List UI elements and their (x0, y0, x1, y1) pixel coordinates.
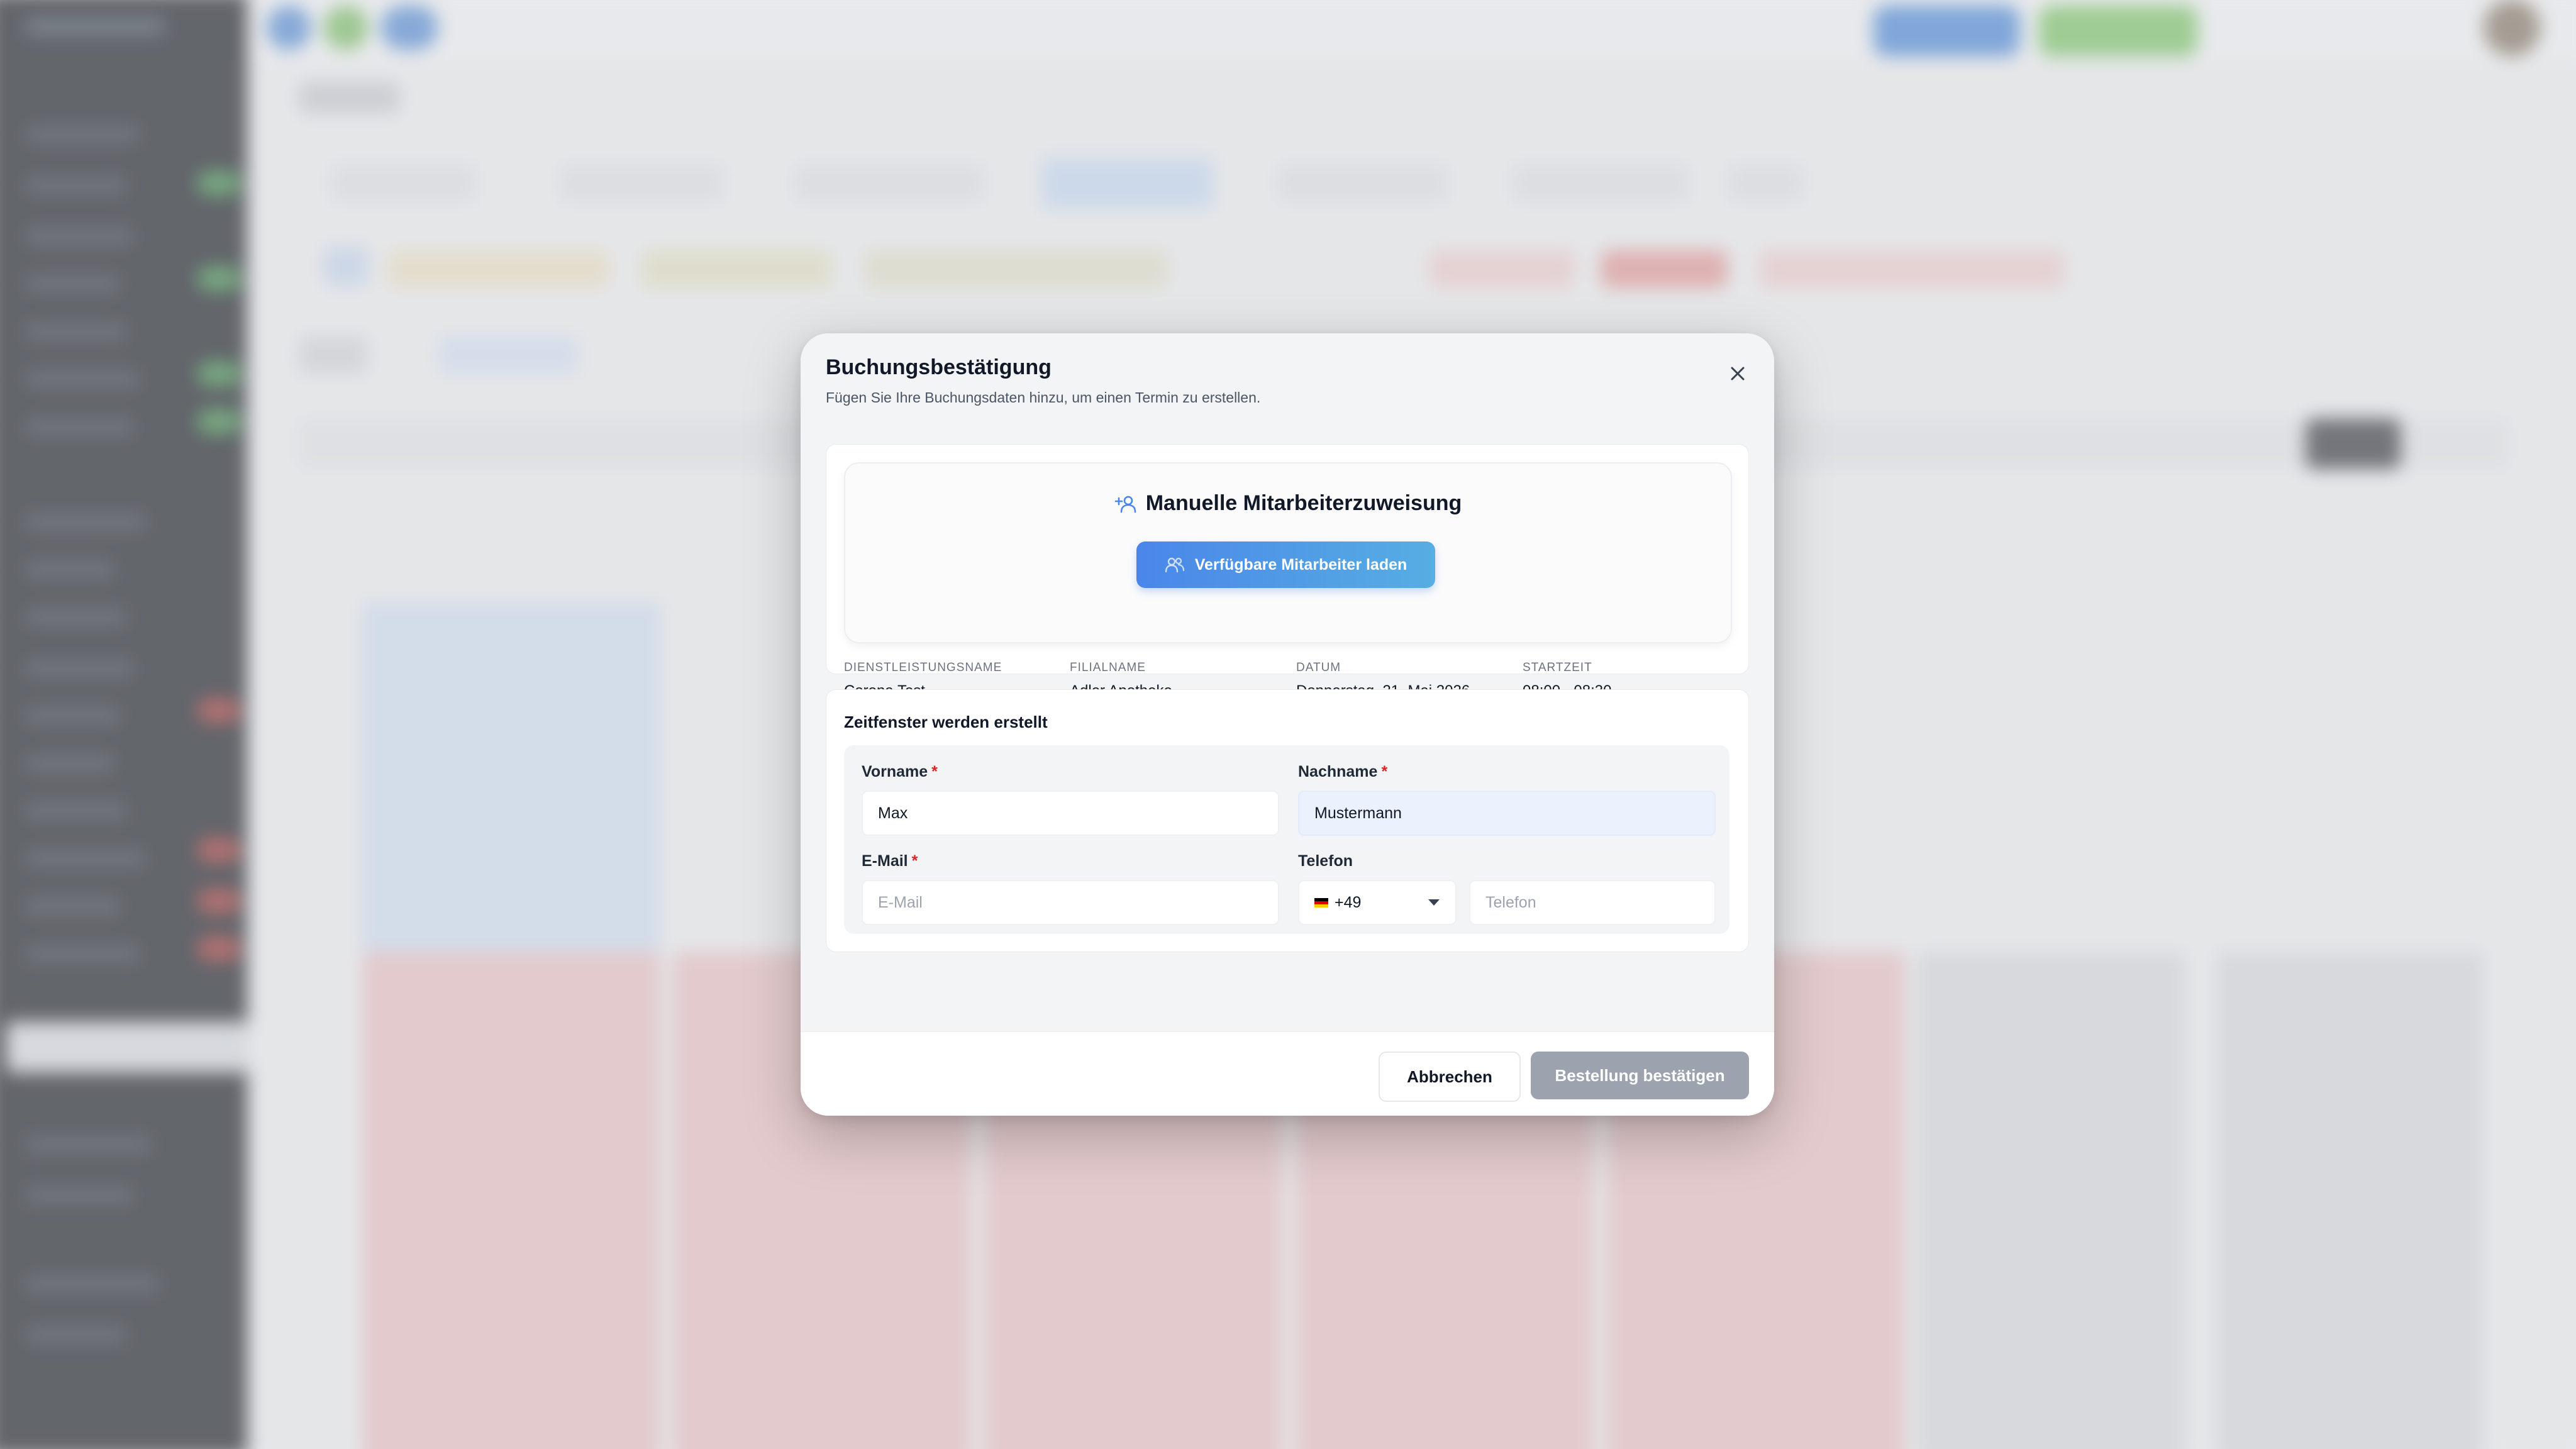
load-available-staff-button[interactable]: Verfügbare Mitarbeiter laden (1136, 541, 1435, 588)
required-marker: * (911, 852, 918, 870)
manual-assignment-panel: Manuelle Mitarbeiterzuweisung Verfügbare… (844, 462, 1732, 643)
country-code-value: +49 (1335, 893, 1362, 911)
first-name-label: Vorname * (862, 763, 938, 780)
manual-assignment-title: Manuelle Mitarbeiterzuweisung (1145, 491, 1462, 515)
customer-form: Vorname * Max Nachname * Mustermann E-Mail… (844, 745, 1729, 934)
summary-date-label: Datum (1296, 661, 1341, 674)
booking-confirmation-dialog: Buchungsbestätigung Fügen Sie Ihre Buchu… (801, 333, 1774, 1116)
summary-start-time-label: Startzeit (1523, 661, 1592, 674)
last-name-label: Nachname * (1298, 763, 1388, 780)
summary-branch-label: Filialname (1070, 661, 1146, 674)
user-plus-icon (1114, 496, 1136, 513)
germany-flag-icon (1314, 898, 1328, 908)
close-button[interactable] (1720, 356, 1755, 391)
required-marker: * (931, 763, 938, 780)
close-icon (1731, 367, 1745, 380)
form-section-title: Zeitfenster werden erstellt (844, 713, 1048, 731)
email-input[interactable]: E-Mail (862, 880, 1279, 925)
dialog-header: Buchungsbestätigung Fügen Sie Ihre Buchu… (801, 333, 1774, 434)
required-marker: * (1381, 763, 1388, 780)
manual-assignment-heading: Manuelle Mitarbeiterzuweisung (845, 491, 1731, 516)
confirm-order-button[interactable]: Bestellung bestätigen (1531, 1052, 1749, 1099)
dialog-footer: Abbrechen Bestellung bestätigen (801, 1031, 1774, 1116)
country-code-select[interactable]: +49 (1298, 880, 1457, 925)
email-placeholder: E-Mail (878, 893, 923, 911)
first-name-input[interactable]: Max (862, 791, 1279, 836)
customer-form-card: Zeitfenster werden erstellt Vorname * Max… (826, 689, 1749, 952)
caret-down-icon (1428, 899, 1440, 906)
phone-input[interactable]: Telefon (1469, 880, 1716, 925)
summary-service-label: Dienstleistungsname (844, 661, 1002, 674)
booking-summary-card: Manuelle Mitarbeiterzuweisung Verfügbare… (826, 444, 1749, 699)
dialog-title: Buchungsbestätigung (826, 355, 1052, 379)
last-name-input[interactable]: Mustermann (1298, 791, 1716, 836)
phone-label: Telefon (1298, 852, 1353, 870)
users-icon (1165, 557, 1184, 573)
phone-placeholder: Telefon (1485, 893, 1536, 911)
dialog-subtitle: Fügen Sie Ihre Buchungsdaten hinzu, um e… (826, 389, 1261, 406)
email-label: E-Mail * (862, 852, 918, 870)
load-available-staff-label: Verfügbare Mitarbeiter laden (1194, 555, 1407, 574)
cancel-button[interactable]: Abbrechen (1379, 1052, 1521, 1102)
